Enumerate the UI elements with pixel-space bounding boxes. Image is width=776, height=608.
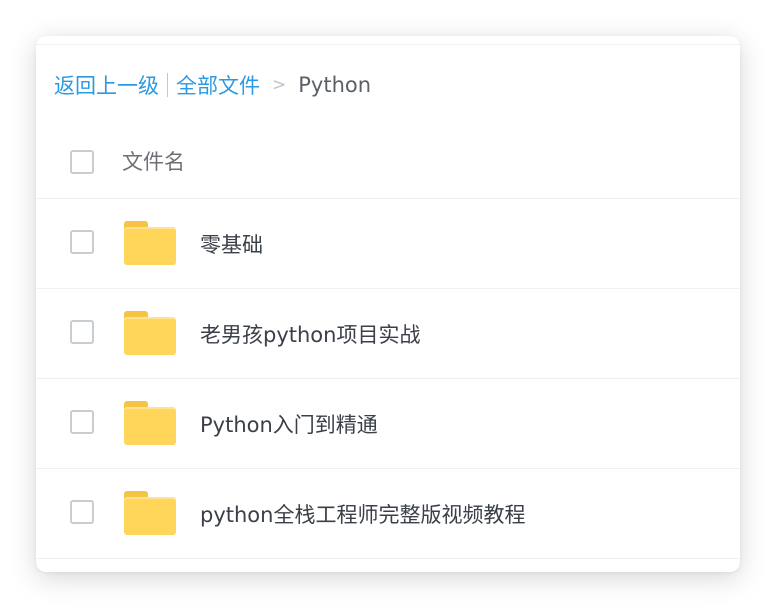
folder-icon <box>124 221 176 265</box>
back-link[interactable]: 返回上一级 <box>54 70 159 100</box>
select-all-checkbox[interactable] <box>70 150 94 174</box>
current-folder-label: Python <box>298 73 372 97</box>
table-row[interactable]: 老男孩python项目实战 <box>36 289 740 379</box>
breadcrumb: 返回上一级 全部文件 > Python <box>54 70 371 100</box>
file-name[interactable]: 老男孩python项目实战 <box>200 319 420 349</box>
column-header-filename: 文件名 <box>122 150 185 174</box>
table-row[interactable]: python全栈工程师完整版视频教程 <box>36 469 740 559</box>
folder-icon <box>124 491 176 535</box>
file-name[interactable]: python全栈工程师完整版视频教程 <box>200 499 525 529</box>
file-name[interactable]: 零基础 <box>200 229 263 259</box>
row-checkbox[interactable] <box>70 320 94 344</box>
table-row[interactable]: 零基础 <box>36 199 740 289</box>
table-row[interactable]: Python入门到精通 <box>36 379 740 469</box>
folder-icon <box>124 311 176 355</box>
folder-icon <box>124 401 176 445</box>
row-checkbox[interactable] <box>70 230 94 254</box>
breadcrumb-divider <box>167 73 168 97</box>
row-checkbox[interactable] <box>70 500 94 524</box>
file-name[interactable]: Python入门到精通 <box>200 409 378 439</box>
file-browser-panel: 返回上一级 全部文件 > Python 文件名 零基础 老男孩python项目实… <box>36 36 740 572</box>
table-header: 文件名 <box>36 118 740 199</box>
breadcrumb-separator: > <box>272 75 287 95</box>
row-checkbox[interactable] <box>70 410 94 434</box>
top-divider <box>36 44 740 45</box>
all-files-link[interactable]: 全部文件 <box>176 70 260 100</box>
